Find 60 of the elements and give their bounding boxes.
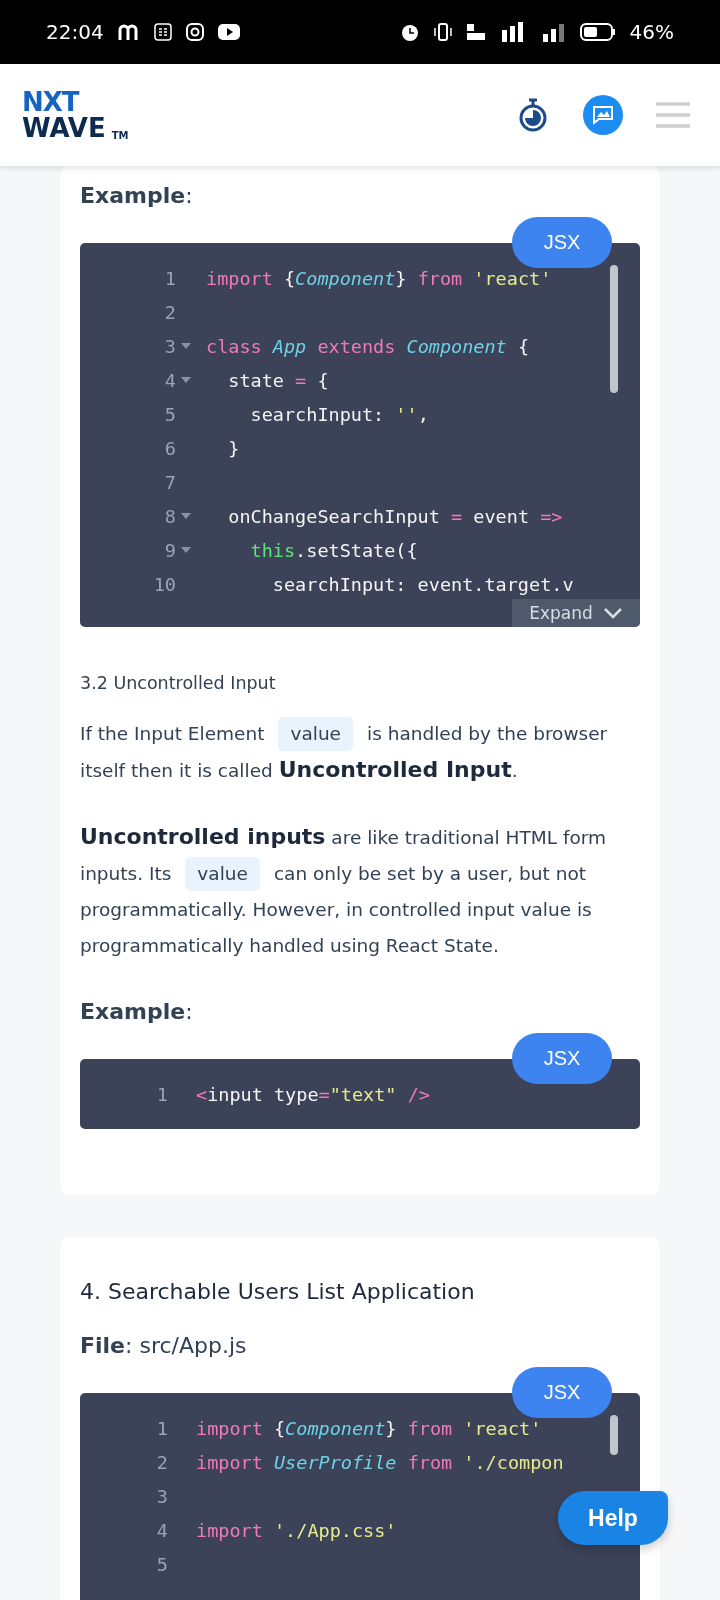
chevron-down-icon <box>602 607 623 619</box>
battery-percentage: 46% <box>629 20 674 44</box>
line-number: 2 <box>163 301 176 323</box>
code-line: } <box>227 437 240 459</box>
paragraph: If the Input Element value is handled by the browser itself then it is called Uncontrolled Input. <box>80 716 640 789</box>
battery-icon <box>579 23 616 41</box>
code-line: import {Component} from 'react' <box>196 1417 542 1439</box>
language-tag[interactable]: JSX <box>512 1367 612 1418</box>
fold-caret-icon[interactable] <box>181 343 191 349</box>
vibrate-icon <box>433 23 452 41</box>
section-heading: Example: <box>80 999 193 1024</box>
line-number: 5 <box>155 1553 168 1575</box>
code-line: this.setState({ <box>249 539 418 561</box>
code-line: class App extends Component { <box>206 335 530 357</box>
line-number: 1 <box>163 267 176 289</box>
line-number: 3 <box>155 1485 168 1507</box>
line-number: 2 <box>155 1451 168 1473</box>
section-title: 4. Searchable Users List Application <box>80 1279 475 1304</box>
line-number: 9 <box>163 539 176 561</box>
scrollbar[interactable] <box>610 1415 618 1455</box>
fold-caret-icon[interactable] <box>181 513 191 519</box>
code-line: state = { <box>227 369 329 391</box>
line-number: 4 <box>155 1519 168 1541</box>
calculator-icon <box>153 23 172 41</box>
code-line: import UserProfile from './compon <box>196 1451 564 1473</box>
alarm-icon <box>399 22 420 42</box>
line-number: 5 <box>163 403 176 425</box>
expand-button[interactable]: Expand <box>512 599 640 627</box>
scrollbar[interactable] <box>610 265 618 393</box>
clock-time: 22:04 <box>46 20 104 44</box>
app-m-icon <box>117 24 140 40</box>
line-number: 6 <box>163 437 176 459</box>
stopwatch-icon[interactable] <box>518 98 548 132</box>
code-line: searchInput: event.target.v <box>271 573 574 595</box>
line-number: 3 <box>163 335 176 357</box>
help-button[interactable]: Help <box>558 1491 668 1545</box>
line-number: 8 <box>163 505 176 527</box>
line-number: 1 <box>155 1417 168 1439</box>
language-tag[interactable]: JSX <box>512 1033 612 1084</box>
chat-icon[interactable] <box>582 94 624 136</box>
subsection-heading: 3.2 Uncontrolled Input <box>80 673 276 693</box>
camera-icon <box>185 23 204 41</box>
play-icon <box>217 24 240 40</box>
line-number: 4 <box>163 369 176 391</box>
signal-icon <box>541 22 566 42</box>
code-line: onChangeSearchInput = event => <box>227 505 563 527</box>
fold-caret-icon[interactable] <box>181 377 191 383</box>
line-number: 10 <box>152 573 176 595</box>
code-line: import './App.css' <box>196 1519 397 1541</box>
fold-caret-icon[interactable] <box>181 547 191 553</box>
code-line: <input type="text" /> <box>196 1083 430 1105</box>
code-line: import {Component} from 'react' <box>206 267 552 289</box>
code-line: searchInput: '', <box>249 403 429 425</box>
language-tag[interactable]: JSX <box>512 217 612 268</box>
section-heading: File: src/App.js <box>80 1333 247 1358</box>
section-heading: Example: <box>80 183 193 208</box>
brand-logo[interactable]: NXT WAVE TM <box>22 89 129 141</box>
paragraph: Uncontrolled inputs are like traditional HTML form inputs. Its value can only be set by a user, but not programmatically. However, in controlled input value is programmatically handled using React State. <box>80 823 608 958</box>
line-number: 1 <box>155 1083 168 1105</box>
line-number: 7 <box>163 471 176 493</box>
